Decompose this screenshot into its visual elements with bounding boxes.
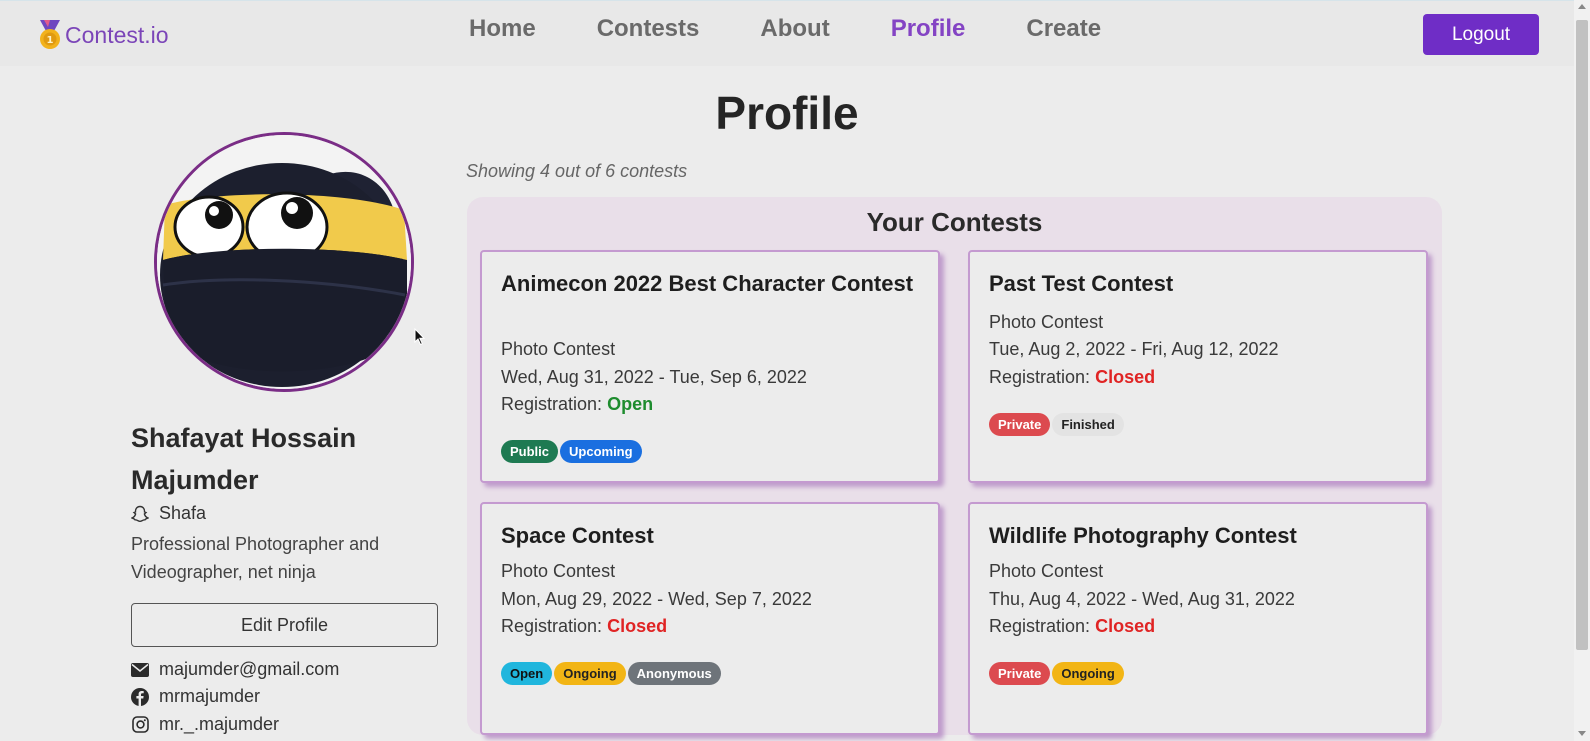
facebook-icon <box>131 687 149 706</box>
badge-upcoming: Upcoming <box>560 440 642 463</box>
badge-ongoing: Ongoing <box>554 662 626 685</box>
registration-status: Closed <box>1095 367 1156 387</box>
scrollbar-thumb[interactable] <box>1576 20 1588 650</box>
contest-card[interactable]: Past Test Contest Photo Contest Tue, Aug… <box>968 250 1428 483</box>
registration-status: Closed <box>607 616 668 636</box>
contest-dates: Wed, Aug 31, 2022 - Tue, Sep 6, 2022 <box>501 367 807 387</box>
envelope-icon <box>131 661 149 679</box>
nav-links: Home Contests About Profile Create <box>452 15 1145 43</box>
contest-badges: Private Finished <box>989 413 1126 436</box>
contest-type: Photo Contest <box>501 561 616 581</box>
logout-button[interactable]: Logout <box>1423 14 1539 55</box>
profile-bio: Professional Photographer and Videograph… <box>131 534 380 582</box>
contest-badges: Public Upcoming <box>501 440 644 463</box>
mouse-cursor-icon <box>414 327 426 351</box>
contact-instagram: mr._.majumder <box>131 714 279 735</box>
contest-card[interactable]: Space Contest Photo Contest Mon, Aug 29,… <box>480 502 940 735</box>
contest-type: Photo Contest <box>989 561 1104 581</box>
instagram-icon <box>131 716 149 734</box>
nav-about[interactable]: About <box>743 15 846 43</box>
contest-registration: Registration: Closed <box>501 616 667 637</box>
ninja-avatar-image <box>157 135 411 389</box>
medal-icon: 1 <box>37 19 63 51</box>
registration-label: Registration: <box>989 367 1091 387</box>
contests-panel-title: Your Contests <box>866 207 1043 237</box>
nav-create[interactable]: Create <box>1009 15 1118 43</box>
badge-open: Open <box>501 662 553 685</box>
contest-badges: Open Ongoing Anonymous <box>501 662 723 685</box>
avatar <box>154 132 414 392</box>
contests-panel: Your Contests Animecon 2022 Best Charact… <box>467 197 1442 735</box>
contest-registration: Registration: Open <box>501 394 653 415</box>
contest-registration: Registration: Closed <box>989 367 1155 388</box>
edit-profile-button[interactable]: Edit Profile <box>131 603 438 647</box>
contest-badges: Private Ongoing <box>989 662 1126 685</box>
email-text[interactable]: majumder@gmail.com <box>159 659 339 680</box>
contest-type: Photo Contest <box>989 312 1104 332</box>
badge-anonymous: Anonymous <box>627 662 721 685</box>
scroll-down-arrow-icon[interactable] <box>1578 731 1586 736</box>
contest-title[interactable]: Wildlife Photography Contest <box>989 522 1409 550</box>
badge-private: Private <box>989 662 1051 685</box>
badge-finished: Finished <box>1052 413 1124 436</box>
contest-title[interactable]: Space Contest <box>501 522 921 550</box>
snapchat-icon <box>131 505 149 523</box>
profile-name: Shafayat Hossain Majumder <box>131 423 357 495</box>
registration-status: Closed <box>1095 616 1156 636</box>
badge-public: Public <box>501 440 559 463</box>
registration-label: Registration: <box>989 616 1091 636</box>
contest-title[interactable]: Past Test Contest <box>989 270 1409 298</box>
nav-home[interactable]: Home <box>452 15 553 43</box>
brand-name: Contest.io <box>65 21 169 48</box>
registration-label: Registration: <box>501 616 603 636</box>
brand-logo[interactable]: 1 Contest.io <box>37 19 169 51</box>
facebook-text[interactable]: mrmajumder <box>159 686 260 707</box>
contest-card[interactable]: Wildlife Photography Contest Photo Conte… <box>968 502 1428 735</box>
badge-ongoing: Ongoing <box>1052 662 1124 685</box>
contests-count-text: Showing 4 out of 6 contests <box>466 161 688 181</box>
svg-text:1: 1 <box>47 35 54 46</box>
registration-label: Registration: <box>501 394 603 414</box>
contest-card[interactable]: Animecon 2022 Best Character Contest Pho… <box>480 250 940 483</box>
contest-dates: Thu, Aug 4, 2022 - Wed, Aug 31, 2022 <box>989 589 1295 609</box>
contest-title[interactable]: Animecon 2022 Best Character Contest <box>501 270 921 298</box>
username: Shafa <box>159 503 207 523</box>
contact-facebook: mrmajumder <box>131 686 260 707</box>
contact-email: majumder@gmail.com <box>131 659 339 680</box>
nav-contests[interactable]: Contests <box>580 15 717 43</box>
navbar: 1 Contest.io Home Contests About Profile… <box>0 0 1574 66</box>
registration-status: Open <box>607 394 654 414</box>
contest-type: Photo Contest <box>501 339 616 359</box>
instagram-text[interactable]: mr._.majumder <box>159 714 279 735</box>
nav-profile[interactable]: Profile <box>874 15 983 43</box>
scroll-up-arrow-icon[interactable] <box>1578 4 1586 9</box>
page-title: Profile <box>715 87 859 139</box>
contest-dates: Mon, Aug 29, 2022 - Wed, Sep 7, 2022 <box>501 589 812 609</box>
username-row: Shafa <box>131 503 206 524</box>
badge-private: Private <box>989 413 1051 436</box>
contest-registration: Registration: Closed <box>989 616 1155 637</box>
contest-dates: Tue, Aug 2, 2022 - Fri, Aug 12, 2022 <box>989 339 1279 359</box>
